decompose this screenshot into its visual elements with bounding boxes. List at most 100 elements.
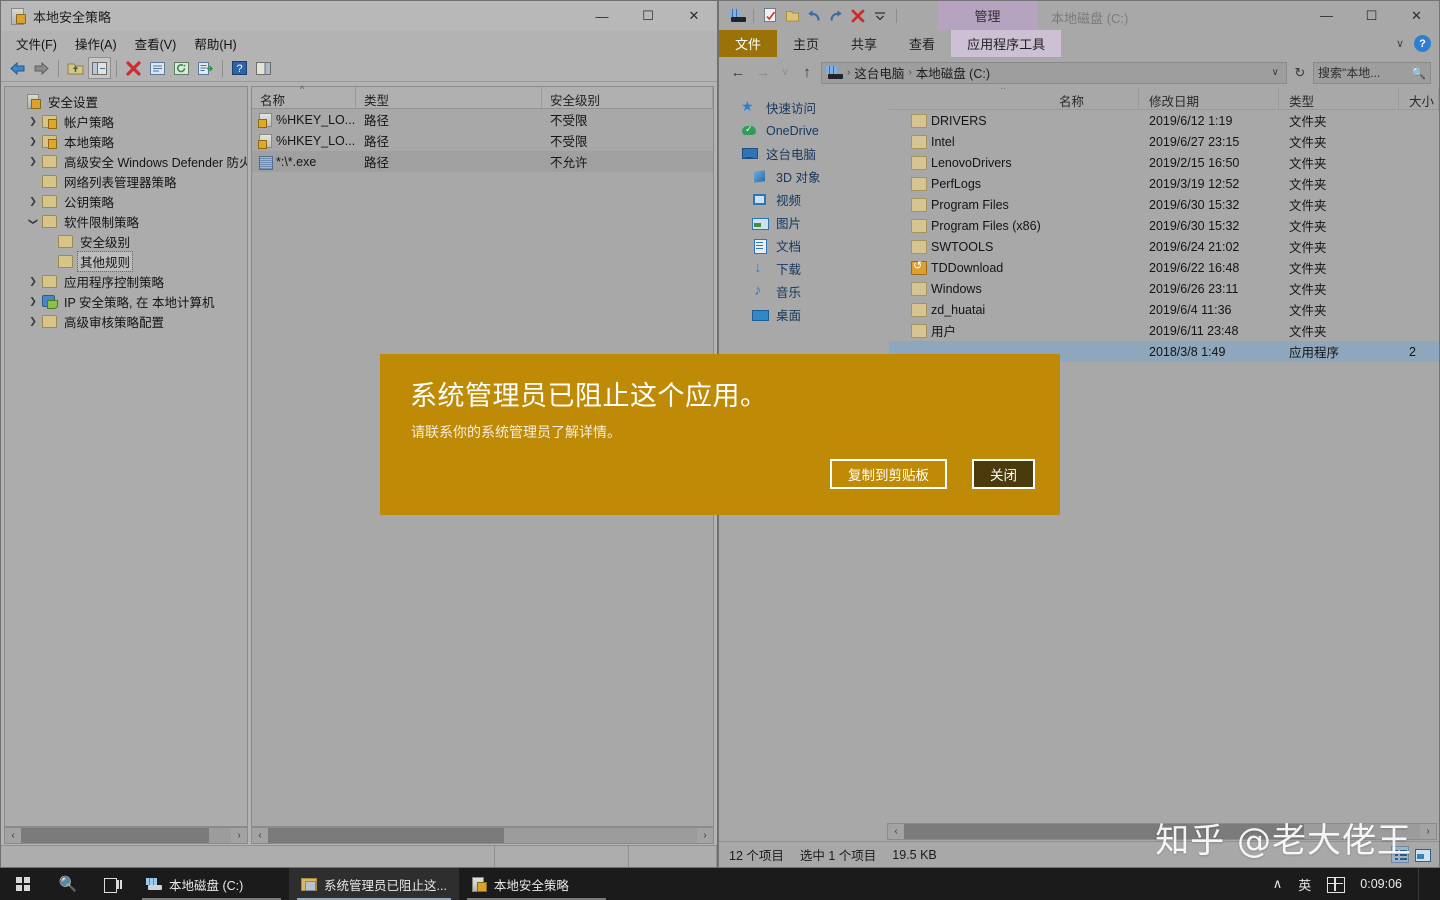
show-desktop-button[interactable]	[1418, 868, 1426, 900]
new-folder-icon[interactable]	[782, 6, 802, 26]
clock[interactable]: 0:09:06	[1360, 877, 1402, 891]
column-name[interactable]: 名称 ^	[889, 88, 1139, 109]
file-row[interactable]: TDDownload 2019/6/22 16:48 文件夹	[889, 257, 1439, 278]
scroll-thumb[interactable]	[21, 828, 209, 843]
explorer-minimize-button[interactable]: —	[1304, 1, 1349, 30]
nav-pane-item[interactable]: 视频	[719, 188, 889, 211]
refresh-icon[interactable]	[170, 57, 193, 79]
secpol-tree-item[interactable]: ❯其他规则	[5, 250, 247, 272]
nav-pane-item[interactable]: 下载	[719, 257, 889, 280]
menu-file[interactable]: 文件(F)	[7, 31, 66, 56]
menu-action[interactable]: 操作(A)	[66, 31, 126, 56]
column-size[interactable]: 大小	[1399, 88, 1439, 109]
delete-icon[interactable]	[848, 6, 868, 26]
taskbar-item-local-disk[interactable]: 本地磁盘 (C:)	[134, 868, 289, 900]
export-list-icon[interactable]	[194, 57, 217, 79]
file-row[interactable]: DRIVERS 2019/6/12 1:19 文件夹	[889, 110, 1439, 131]
scroll-thumb[interactable]	[268, 828, 504, 843]
secpol-tree-item[interactable]: ❯ IP 安全策略, 在 本地计算机	[5, 291, 247, 311]
chevron-down-icon[interactable]: ∨	[1396, 37, 1404, 50]
tab-share[interactable]: 共享	[835, 30, 893, 57]
scroll-left-icon[interactable]: ‹	[252, 828, 268, 843]
secpol-tree-hscrollbar[interactable]: ‹ ›	[4, 827, 248, 844]
file-row[interactable]: SWTOOLS 2019/6/24 21:02 文件夹	[889, 236, 1439, 257]
secpol-list-hscrollbar[interactable]: ‹ ›	[251, 827, 714, 844]
explorer-hscrollbar[interactable]: ‹ ›	[887, 823, 1437, 840]
file-row[interactable]: Windows 2019/6/26 23:11 文件夹	[889, 278, 1439, 299]
secpol-close-button[interactable]: ✕	[671, 1, 717, 31]
chevron-right-icon[interactable]: ❯	[25, 116, 41, 127]
secpol-tree-item[interactable]: ❯安全设置	[5, 91, 247, 111]
search-icon[interactable]: 🔍	[1411, 66, 1426, 80]
chevron-down-icon[interactable]: ∨	[1269, 67, 1282, 78]
chevron-right-icon[interactable]: ❯	[25, 136, 41, 147]
help-icon[interactable]: ?	[1414, 35, 1431, 52]
explorer-close-button[interactable]: ✕	[1394, 1, 1439, 30]
secpol-tree-item[interactable]: ❯ 帐户策略	[5, 111, 247, 131]
up-folder-icon[interactable]	[64, 57, 87, 79]
secpol-rule-row[interactable]: %HKEY_LO... 路径 不受限	[252, 130, 713, 151]
show-pane-icon[interactable]	[252, 57, 275, 79]
nav-pane-item[interactable]: 图片	[719, 211, 889, 234]
secpol-minimize-button[interactable]: —	[579, 1, 625, 31]
breadcrumb-this-pc[interactable]: 这台电脑	[854, 63, 904, 82]
help-icon[interactable]: ?	[228, 57, 251, 79]
scroll-left-icon[interactable]: ‹	[888, 824, 904, 839]
forward-icon[interactable]: →	[752, 62, 774, 84]
close-button[interactable]: 关闭	[972, 459, 1035, 489]
nav-pane-item[interactable]: 这台电脑	[719, 142, 889, 165]
secpol-tree-item[interactable]: ❯ 公钥策略	[5, 191, 247, 211]
nav-pane-item[interactable]: 音乐	[719, 280, 889, 303]
tab-home[interactable]: 主页	[777, 30, 835, 57]
nav-pane-item[interactable]: 快速访问	[719, 96, 889, 119]
tab-file[interactable]: 文件	[719, 30, 778, 57]
recent-locations-icon[interactable]: ∨	[777, 62, 793, 84]
scroll-right-icon[interactable]: ›	[1420, 824, 1436, 839]
this-pc-icon[interactable]	[727, 6, 747, 26]
search-box[interactable]: 搜索"本地... 🔍	[1313, 61, 1431, 84]
file-row[interactable]: Intel 2019/6/27 23:15 文件夹	[889, 131, 1439, 152]
up-icon[interactable]: ↑	[796, 62, 818, 84]
ime-language-indicator[interactable]: 英	[1298, 875, 1311, 894]
refresh-icon[interactable]: ↻	[1290, 65, 1310, 81]
secpol-rule-row[interactable]: %HKEY_LO... 路径 不受限	[252, 109, 713, 130]
show-hide-tree-icon[interactable]	[88, 57, 111, 79]
undo-icon[interactable]	[804, 6, 824, 26]
taskbar-item-secpol[interactable]: 本地安全策略	[459, 868, 614, 900]
back-icon[interactable]	[6, 57, 29, 79]
forward-icon[interactable]	[30, 57, 53, 79]
tab-view[interactable]: 查看	[893, 30, 951, 57]
secpol-tree-item[interactable]: ❯ 高级安全 Windows Defender 防火墙	[5, 151, 247, 171]
secpol-column-name[interactable]: 名称 ^	[252, 84, 356, 108]
properties-icon[interactable]	[146, 57, 169, 79]
file-row[interactable]: PerfLogs 2019/3/19 12:52 文件夹	[889, 173, 1439, 194]
file-row[interactable]: Program Files 2019/6/30 15:32 文件夹	[889, 194, 1439, 215]
scroll-thumb[interactable]	[904, 824, 1304, 839]
back-icon[interactable]: ←	[727, 62, 749, 84]
chevron-right-icon[interactable]: ❯	[25, 156, 41, 167]
chevron-right-icon[interactable]: ❯	[25, 296, 41, 307]
secpol-tree-item[interactable]: ❯ 软件限制策略	[5, 211, 247, 231]
task-view-icon[interactable]	[90, 868, 134, 900]
column-date-modified[interactable]: 修改日期	[1139, 88, 1279, 109]
secpol-tree-item[interactable]: ❯ 应用程序控制策略	[5, 271, 247, 291]
chevron-down-icon[interactable]: ❯	[28, 213, 39, 229]
large-icons-view-icon[interactable]	[1413, 846, 1431, 863]
breadcrumb-local-disk[interactable]: 本地磁盘 (C:)	[916, 63, 990, 82]
chevron-right-icon[interactable]: ❯	[25, 316, 41, 327]
column-type[interactable]: 类型	[1279, 88, 1399, 109]
address-bar[interactable]: › 这台电脑 › 本地磁盘 (C:) ∨	[821, 61, 1287, 84]
file-row[interactable]: 用户 2019/6/11 23:48 文件夹	[889, 320, 1439, 341]
file-row[interactable]: zd_huatai 2019/6/4 11:36 文件夹	[889, 299, 1439, 320]
delete-icon[interactable]	[122, 57, 145, 79]
secpol-column-type[interactable]: 类型	[356, 87, 542, 108]
file-row[interactable]: LenovoDrivers 2019/2/15 16:50 文件夹	[889, 152, 1439, 173]
nav-pane-item[interactable]: 文档	[719, 234, 889, 257]
file-row[interactable]: Program Files (x86) 2019/6/30 15:32 文件夹	[889, 215, 1439, 236]
taskbar-item-blocked-app[interactable]: 系统管理员已阻止这...	[289, 868, 459, 900]
menu-view[interactable]: 查看(V)	[126, 31, 186, 56]
tab-application-tools[interactable]: 应用程序工具	[951, 30, 1062, 57]
search-input[interactable]: 搜索"本地...	[1318, 64, 1408, 81]
scroll-right-icon[interactable]: ›	[231, 828, 247, 843]
properties-icon[interactable]	[760, 6, 780, 26]
